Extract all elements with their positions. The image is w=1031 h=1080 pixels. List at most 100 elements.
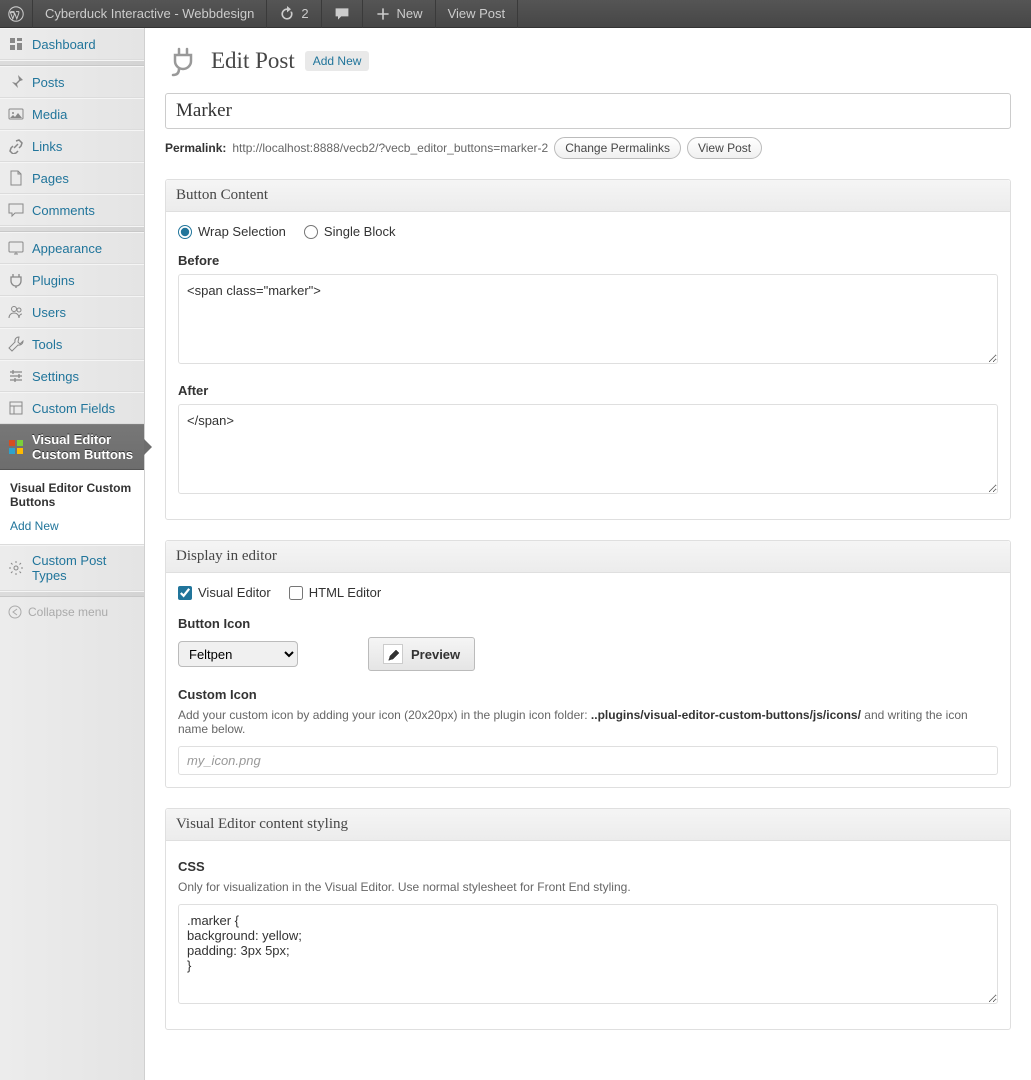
collapse-label: Collapse menu xyxy=(28,605,108,619)
site-name[interactable]: Cyberduck Interactive - Webbdesign xyxy=(33,0,267,28)
radio-wrap[interactable]: Wrap Selection xyxy=(178,224,286,239)
comment-icon xyxy=(334,6,350,22)
preview-button[interactable]: Preview xyxy=(368,637,475,671)
feltpen-icon xyxy=(383,644,403,664)
submenu-vecb-add[interactable]: Add New xyxy=(0,514,144,538)
custom-icon-desc: Add your custom icon by adding your icon… xyxy=(178,708,998,736)
after-textarea[interactable] xyxy=(178,404,998,494)
custom-icon-input[interactable] xyxy=(178,746,998,775)
menu-pages-label: Pages xyxy=(32,171,69,186)
menu-users[interactable]: Users xyxy=(0,296,144,328)
menu-media[interactable]: Media xyxy=(0,98,144,130)
post-title-input[interactable]: Marker xyxy=(165,93,1011,129)
menu-tools[interactable]: Tools xyxy=(0,328,144,360)
check-html-input[interactable] xyxy=(289,586,303,600)
main-content: Edit Post Add New Marker Permalink: http… xyxy=(145,28,1031,1080)
gear-icon xyxy=(8,560,24,576)
add-new-button[interactable]: Add New xyxy=(305,51,370,71)
admin-sidebar: Dashboard Posts Media Links Pages Commen… xyxy=(0,28,145,1080)
radio-wrap-input[interactable] xyxy=(178,225,192,239)
view-post-bar[interactable]: View Post xyxy=(436,0,519,28)
menu-vecb-label: Visual Editor Custom Buttons xyxy=(32,432,136,462)
check-html[interactable]: HTML Editor xyxy=(289,585,381,600)
change-permalinks-button[interactable]: Change Permalinks xyxy=(554,137,681,159)
radio-single[interactable]: Single Block xyxy=(304,224,396,239)
menu-dashboard-label: Dashboard xyxy=(32,37,96,52)
before-textarea[interactable] xyxy=(178,274,998,364)
menu-dashboard[interactable]: Dashboard xyxy=(0,28,144,60)
menu-settings-label: Settings xyxy=(32,369,79,384)
menu-custom-fields[interactable]: Custom Fields xyxy=(0,392,144,424)
plug-icon xyxy=(165,43,201,79)
site-name-label: Cyberduck Interactive - Webbdesign xyxy=(45,6,254,21)
comments-icon xyxy=(8,202,24,218)
permalink-url: http://localhost:8888/vecb2/?vecb_editor… xyxy=(232,141,548,155)
users-icon xyxy=(8,304,24,320)
menu-cpt[interactable]: Custom Post Types xyxy=(0,545,144,591)
box-button-content: Button Content Wrap Selection Single Blo… xyxy=(165,179,1011,520)
icon-select[interactable]: Feltpen xyxy=(178,641,298,667)
editor-checks: Visual Editor HTML Editor xyxy=(178,585,998,600)
radio-single-input[interactable] xyxy=(304,225,318,239)
collapse-menu[interactable]: Collapse menu xyxy=(0,597,144,627)
menu-cpt-label: Custom Post Types xyxy=(32,553,136,583)
submenu-vecb: Visual Editor Custom Buttons Add New xyxy=(0,470,144,545)
menu-plugins[interactable]: Plugins xyxy=(0,264,144,296)
before-label: Before xyxy=(178,253,998,268)
submenu-vecb-all[interactable]: Visual Editor Custom Buttons xyxy=(0,476,144,514)
menu-users-label: Users xyxy=(32,305,66,320)
page-title: Edit Post xyxy=(211,48,295,74)
box-styling: Visual Editor content styling CSS Only f… xyxy=(165,808,1011,1030)
menu-media-label: Media xyxy=(32,107,67,122)
plugin-icon xyxy=(8,272,24,288)
updates[interactable]: 2 xyxy=(267,0,321,28)
menu-links[interactable]: Links xyxy=(0,130,144,162)
box-display-header[interactable]: Display in editor xyxy=(166,541,1010,573)
menu-comments[interactable]: Comments xyxy=(0,194,144,226)
menu-settings[interactable]: Settings xyxy=(0,360,144,392)
after-label: After xyxy=(178,383,998,398)
menu-appearance[interactable]: Appearance xyxy=(0,232,144,264)
vecb-icon xyxy=(8,439,24,455)
permalink-label: Permalink: xyxy=(165,141,226,155)
menu-posts[interactable]: Posts xyxy=(0,66,144,98)
view-post-button[interactable]: View Post xyxy=(687,137,762,159)
dashboard-icon xyxy=(8,36,24,52)
menu-vecb[interactable]: Visual Editor Custom Buttons xyxy=(0,424,144,470)
custom-fields-icon xyxy=(8,400,24,416)
box-button-content-header[interactable]: Button Content xyxy=(166,180,1010,212)
menu-posts-label: Posts xyxy=(32,75,65,90)
custom-icon-label: Custom Icon xyxy=(178,687,998,702)
page-title-row: Edit Post Add New xyxy=(165,43,1011,79)
menu-links-label: Links xyxy=(32,139,62,154)
wp-logo[interactable] xyxy=(0,0,33,28)
new-content[interactable]: New xyxy=(363,0,436,28)
page-icon xyxy=(8,170,24,186)
css-textarea[interactable] xyxy=(178,904,998,1004)
view-post-bar-label: View Post xyxy=(448,6,506,21)
new-label: New xyxy=(397,6,423,21)
tools-icon xyxy=(8,336,24,352)
permalink-row: Permalink: http://localhost:8888/vecb2/?… xyxy=(165,137,1011,159)
check-visual[interactable]: Visual Editor xyxy=(178,585,271,600)
menu-appearance-label: Appearance xyxy=(32,241,102,256)
pin-icon xyxy=(8,74,24,90)
link-icon xyxy=(8,138,24,154)
menu-pages[interactable]: Pages xyxy=(0,162,144,194)
css-label: CSS xyxy=(178,859,998,874)
menu-comments-label: Comments xyxy=(32,203,95,218)
admin-bar: Cyberduck Interactive - Webbdesign 2 New… xyxy=(0,0,1031,28)
wordpress-icon xyxy=(8,6,24,22)
check-visual-input[interactable] xyxy=(178,586,192,600)
css-desc: Only for visualization in the Visual Edi… xyxy=(178,880,998,894)
content-type-radios: Wrap Selection Single Block xyxy=(178,224,998,239)
comments-bubble[interactable] xyxy=(322,0,363,28)
button-icon-label: Button Icon xyxy=(178,616,998,631)
collapse-icon xyxy=(8,605,22,619)
updates-count: 2 xyxy=(301,6,308,21)
box-display: Display in editor Visual Editor HTML Edi… xyxy=(165,540,1011,788)
refresh-icon xyxy=(279,6,295,22)
plus-icon xyxy=(375,6,391,22)
appearance-icon xyxy=(8,240,24,256)
box-styling-header[interactable]: Visual Editor content styling xyxy=(166,809,1010,841)
